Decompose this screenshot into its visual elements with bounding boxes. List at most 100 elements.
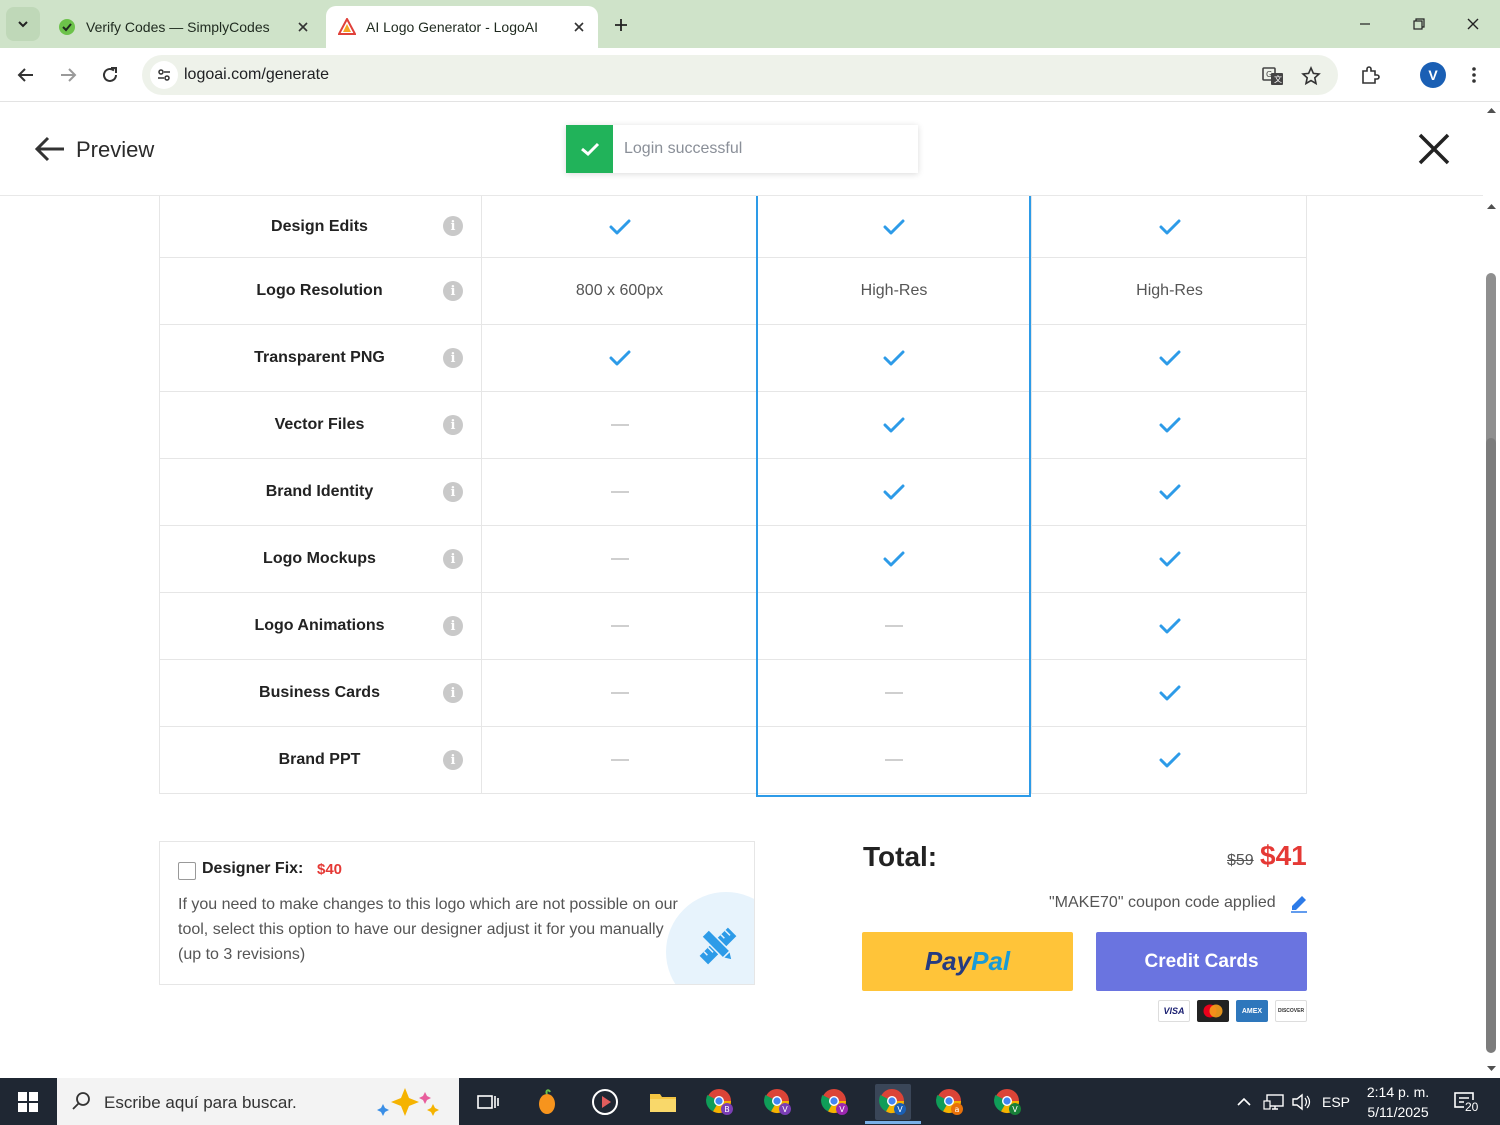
close-icon[interactable] [1416,131,1452,167]
chrome-profile-b-icon[interactable]: B [702,1084,738,1120]
clock-date: 5/11/2025 [1367,1104,1429,1120]
show-hidden-icons[interactable] [1232,1078,1256,1125]
scroll-up-icon[interactable] [1486,202,1497,210]
scroll-down-icon[interactable] [1486,1065,1497,1073]
login-toast: Login successful [566,125,918,173]
check-icon [883,219,905,234]
start-button[interactable] [0,1078,56,1125]
feature-name: Brand PPT [278,751,361,768]
table-row: Vector Files i [160,392,1306,459]
plan-cell: High-Res [757,258,1031,324]
svg-text:B: B [724,1105,730,1114]
check-icon [883,551,905,567]
extensions-button[interactable] [1353,58,1387,92]
menu-button[interactable] [1457,58,1491,92]
feature-name: Logo Mockups [263,550,376,567]
plan-cell [481,727,757,793]
notifications-button[interactable]: 20 [1446,1078,1486,1125]
info-icon[interactable]: i [443,348,463,368]
language-indicator[interactable]: ESP [1318,1078,1354,1125]
designer-fix-checkbox[interactable] [178,862,196,880]
taskbar-search[interactable]: Escribe aquí para buscar. [57,1078,459,1125]
arrow-left-icon [17,68,33,82]
plan-cell [757,526,1031,592]
clock[interactable]: 2:14 p. m. 5/11/2025 [1358,1082,1438,1122]
address-bar[interactable]: logoai.com/generate G文 [142,55,1338,95]
info-icon[interactable]: i [443,683,463,703]
svg-text:V: V [1012,1105,1018,1114]
plan-cell: High-Res [1031,258,1307,324]
chevron-down-icon [18,21,28,28]
plan-cell [1031,325,1307,391]
reload-button[interactable] [93,58,127,92]
info-icon[interactable]: i [443,549,463,569]
close-window-button[interactable] [1446,0,1500,48]
feature-name: Vector Files [274,416,365,433]
chrome-profile-v-active-icon[interactable]: V [875,1084,911,1120]
tab-logoai[interactable]: AI Logo Generator - LogoAI [326,6,598,48]
chrome-profile-a-icon[interactable]: a [932,1084,968,1120]
scrollbar-thumb-main[interactable] [1486,438,1496,1053]
feature-name: Transparent PNG [254,349,385,366]
profile-avatar[interactable]: V [1420,62,1446,88]
chrome-profile-v-icon[interactable]: V [990,1084,1026,1120]
minimize-button[interactable] [1338,0,1392,48]
check-icon [566,125,613,173]
edit-pencil-icon[interactable] [1289,893,1309,913]
bookmark-star-icon[interactable] [1298,63,1324,89]
media-player-icon[interactable] [587,1084,623,1120]
tab-title: AI Logo Generator - LogoAI [366,19,538,35]
info-icon[interactable]: i [443,415,463,435]
arrow-right-icon [61,68,77,82]
check-icon [883,417,905,433]
plan-cell [757,196,1031,257]
outer-scroll-up-icon[interactable] [1486,106,1497,114]
designer-fix-label[interactable]: Designer Fix: [202,860,303,878]
check-icon [1159,219,1180,234]
tab-simplycodes[interactable]: Verify Codes — SimplyCodes [46,6,322,48]
chrome-profile-v-icon[interactable]: V [760,1084,796,1120]
translate-icon[interactable]: G文 [1260,63,1286,89]
info-icon[interactable]: i [443,482,463,502]
forward-button[interactable] [51,58,85,92]
table-row: Business Cards i [160,660,1306,727]
restore-button[interactable] [1392,0,1446,48]
minimize-icon [1360,23,1370,25]
svg-text:G: G [1266,70,1272,79]
network-icon[interactable] [1261,1078,1287,1125]
dash-icon [610,625,629,627]
logoai-favicon-icon [338,18,356,35]
back-arrow-icon[interactable] [34,135,66,163]
puzzle-icon [1362,66,1380,84]
site-info-icon[interactable] [150,61,178,89]
table-row: Logo Resolution i 800 x 600px High-Res H… [160,258,1306,325]
back-button[interactable] [9,58,43,92]
plan-cell [757,392,1031,458]
plan-cell [481,392,757,458]
page-scrollbar[interactable] [1483,103,1500,1078]
check-icon [1159,484,1180,500]
chrome-profile-v-icon[interactable]: V [817,1084,853,1120]
task-view-icon[interactable] [470,1084,506,1120]
info-icon[interactable]: i [443,616,463,636]
plus-icon [615,19,627,31]
reload-icon [103,67,117,82]
plan-cell [1031,727,1307,793]
close-tab-icon[interactable] [292,16,314,38]
file-explorer-icon[interactable] [645,1084,681,1120]
close-tab-icon[interactable] [568,16,590,38]
volume-icon[interactable] [1289,1078,1313,1125]
paypal-button[interactable]: Pay Pal [862,932,1073,991]
new-tab-button[interactable] [606,10,636,40]
plan-comparison-table: Design Edits i Logo Resolution i 800 x 6… [159,196,1307,794]
plan-cell [481,459,757,525]
info-icon[interactable]: i [443,216,463,236]
info-icon[interactable]: i [443,281,463,301]
dash-icon [610,424,629,426]
fl-studio-icon[interactable] [529,1084,565,1120]
tab-search-button[interactable] [6,7,40,41]
credit-cards-button[interactable]: Credit Cards [1096,932,1307,991]
info-icon[interactable]: i [443,750,463,770]
preview-title: Preview [76,137,155,162]
check-icon [609,219,630,234]
